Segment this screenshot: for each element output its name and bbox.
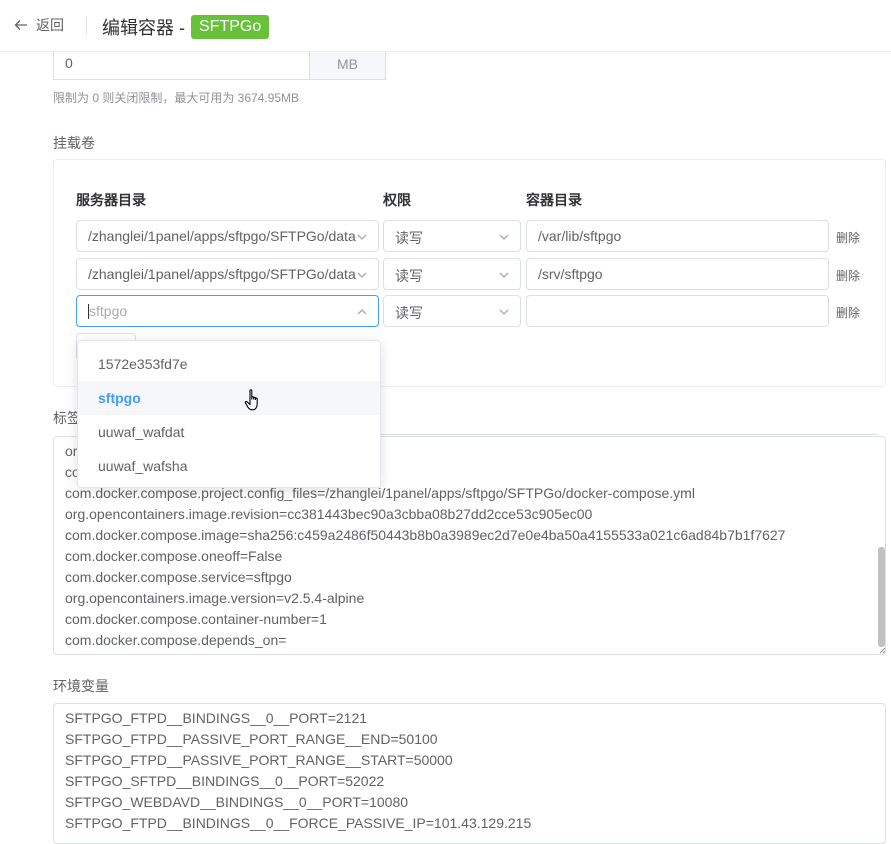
- col-permission: 权限: [383, 192, 411, 208]
- resize-handle-icon[interactable]: [878, 646, 886, 654]
- memory-value[interactable]: 0: [54, 48, 309, 79]
- app-tag: SFTPGo: [191, 15, 270, 39]
- labels-scrollbar[interactable]: [878, 547, 885, 647]
- permission-value: 读写: [395, 230, 423, 246]
- permission-select-1[interactable]: 读写: [383, 220, 521, 252]
- hand-pointer-icon: [244, 389, 258, 411]
- label-line: com.docker.compose.service=sftpgo: [65, 569, 292, 585]
- host-dir-select-1[interactable]: /zhanglei/1panel/apps/sftpgo/SFTPGo/data: [76, 220, 379, 252]
- container-dir-input-1[interactable]: /var/lib/sftpgo: [526, 220, 829, 252]
- page-title-text: 编辑容器 -: [102, 18, 185, 38]
- env-line: SFTPGO_FTPD__BINDINGS__0__PORT=2121: [65, 710, 368, 726]
- page-header: 返回 编辑容器 - SFTPGo: [0, 0, 891, 52]
- env-label: 环境变量: [53, 678, 109, 694]
- volumes-label: 挂载卷: [53, 135, 95, 151]
- header-divider: [86, 16, 87, 34]
- host-dir-placeholder: sftpgo: [89, 303, 128, 319]
- permission-value: 读写: [395, 305, 423, 321]
- permission-select-3[interactable]: 读写: [383, 295, 521, 327]
- chevron-down-icon: [357, 234, 367, 240]
- col-container-dir: 容器目录: [526, 192, 582, 208]
- labels-top-border: [380, 434, 878, 435]
- label-line: com.docker.compose.image=sha256:c459a248…: [65, 527, 786, 543]
- dropdown-option[interactable]: uuwaf_wafdat: [78, 415, 380, 449]
- label-line: com.docker.compose.oneoff=False: [65, 548, 283, 564]
- host-dir-dropdown: 1572e353fd7e sftpgo uuwaf_wafdat uuwaf_w…: [77, 340, 381, 488]
- host-dir-select-2[interactable]: /zhanglei/1panel/apps/sftpgo/SFTPGo/data: [76, 258, 379, 290]
- chevron-down-icon: [357, 272, 367, 278]
- host-dir-value: /zhanglei/1panel/apps/sftpgo/SFTPGo/data: [88, 228, 356, 244]
- page-title: 编辑容器 - SFTPGo: [102, 14, 270, 40]
- memory-unit: MB: [309, 48, 385, 79]
- permission-value: 读写: [395, 268, 423, 284]
- col-host-dir: 服务器目录: [76, 192, 146, 208]
- arrow-left-icon: [14, 20, 27, 30]
- delete-volume-button-2[interactable]: 删除: [836, 267, 860, 284]
- delete-volume-button-3[interactable]: 删除: [836, 304, 860, 321]
- permission-select-2[interactable]: 读写: [383, 258, 521, 290]
- memory-hint: 限制为 0 则关闭限制，最大可用为 3674.95MB: [53, 91, 300, 105]
- env-line: SFTPGO_FTPD__PASSIVE_PORT_RANGE__END=501…: [65, 731, 438, 747]
- env-line: SFTPGO_WEBDAVD__BINDINGS__0__PORT=10080: [65, 794, 409, 810]
- memory-limit-input[interactable]: 0 MB: [53, 48, 386, 80]
- container-dir-input-2[interactable]: /srv/sftpgo: [526, 258, 829, 290]
- env-textarea[interactable]: SFTPGO_FTPD__BINDINGS__0__PORT=2121 SFTP…: [53, 703, 886, 844]
- dropdown-option[interactable]: 1572e353fd7e: [78, 347, 380, 381]
- dropdown-option[interactable]: uuwaf_wafsha: [78, 449, 380, 483]
- label-line: com.docker.compose.depends_on=: [65, 632, 287, 648]
- env-line: SFTPGO_FTPD__PASSIVE_PORT_RANGE__START=5…: [65, 752, 453, 768]
- host-dir-value: /zhanglei/1panel/apps/sftpgo/SFTPGo/data: [88, 266, 356, 282]
- dropdown-option-selected[interactable]: sftpgo: [78, 381, 380, 415]
- env-line: SFTPGO_FTPD__BINDINGS__0__FORCE_PASSIVE_…: [65, 815, 532, 831]
- label-line: com.docker.compose.container-number=1: [65, 611, 327, 627]
- chevron-up-icon: [357, 309, 367, 315]
- label-line: org.opencontainers.image.version=v2.5.4-…: [65, 590, 365, 606]
- chevron-down-icon: [499, 272, 509, 278]
- back-button[interactable]: 返回: [14, 14, 64, 36]
- delete-volume-button-1[interactable]: 删除: [836, 229, 860, 246]
- chevron-down-icon: [499, 234, 509, 240]
- back-label: 返回: [36, 17, 64, 33]
- container-dir-input-3[interactable]: [526, 295, 829, 327]
- label-line: org.opencontainers.image.revision=cc3814…: [65, 506, 593, 522]
- chevron-down-icon: [499, 309, 509, 315]
- host-dir-select-3[interactable]: sftpgo: [76, 295, 379, 327]
- env-line: SFTPGO_SFTPD__BINDINGS__0__PORT=52022: [65, 773, 385, 789]
